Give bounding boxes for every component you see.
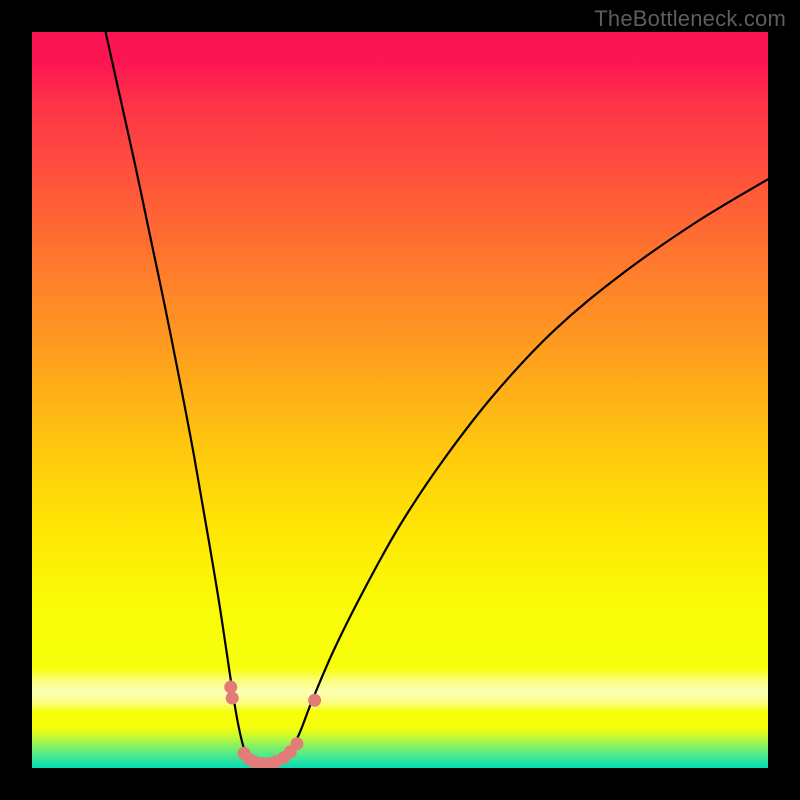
marker-dot [224,681,237,694]
curve-svg [32,32,768,768]
chart-frame: TheBottleneck.com [0,0,800,800]
plot-area [32,32,768,768]
bottleneck-curve [106,32,768,766]
watermark-text: TheBottleneck.com [594,6,786,32]
marker-dot [290,737,303,750]
marker-dot [226,692,239,705]
marker-dot [308,694,321,707]
